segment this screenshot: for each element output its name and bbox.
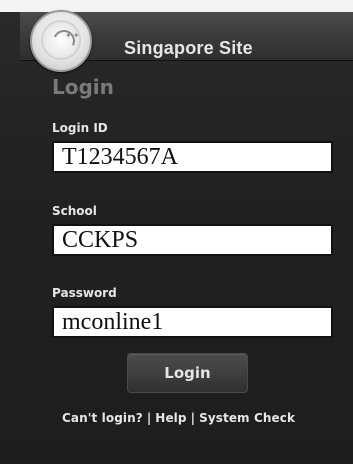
logo-inner-circle: ✦✦ (41, 20, 81, 60)
school-label: School (52, 204, 97, 218)
password-input[interactable]: mconline1 (52, 306, 333, 338)
login-button[interactable]: Login (127, 353, 248, 393)
system-check-link[interactable]: System Check (199, 411, 295, 425)
school-input[interactable]: CCKPS (52, 224, 333, 256)
login-id-input[interactable]: T1234567A (52, 141, 333, 173)
help-link[interactable]: Help (155, 411, 186, 425)
separator: | (146, 411, 152, 425)
password-label: Password (52, 286, 117, 300)
cant-login-link[interactable]: Can't login? (62, 411, 143, 425)
login-id-label: Login ID (52, 121, 108, 135)
site-title: Singapore Site (124, 38, 253, 58)
login-heading: Login (52, 75, 114, 99)
footer-links: Can't login? | Help | System Check (62, 411, 295, 425)
singapore-crest-icon: ✦✦ (30, 10, 92, 72)
stars-icon: ✦✦ (65, 31, 81, 40)
separator: | (190, 411, 196, 425)
